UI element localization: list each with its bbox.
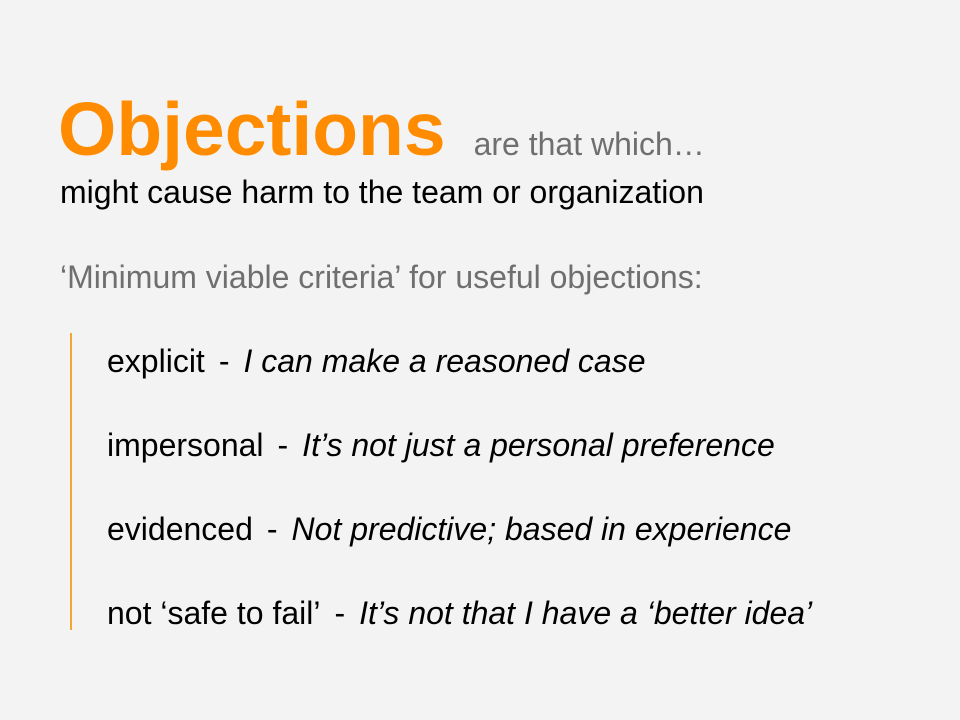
- criteria-description: Not predictive; based in experience: [291, 511, 792, 547]
- criteria-list: explicit - I can make a reasoned case impe…: [107, 343, 812, 679]
- criteria-item-not-safe-to-fail: not ‘safe to fail’ - It’s not that I have …: [107, 595, 812, 679]
- criteria-accent-bar: [70, 333, 72, 630]
- criteria-term: impersonal: [107, 427, 264, 463]
- criteria-term: explicit: [107, 343, 205, 379]
- criteria-description: I can make a reasoned case: [243, 343, 646, 379]
- criteria-separator: -: [277, 427, 289, 463]
- criteria-description: It’s not that I have a ‘better idea’: [359, 595, 813, 631]
- slide: Objections are that which… might cause ha…: [0, 0, 960, 720]
- slide-title: Objections: [58, 87, 446, 171]
- criteria-term: not ‘safe to fail’: [107, 595, 321, 631]
- slide-subtitle: might cause harm to the team or organiza…: [60, 174, 704, 210]
- criteria-heading: ‘Minimum viable criteria’ for useful obj…: [60, 259, 703, 295]
- criteria-separator: -: [334, 595, 346, 631]
- criteria-description: It’s not just a personal preference: [302, 427, 775, 463]
- criteria-item-evidenced: evidenced - Not predictive; based in exper…: [107, 511, 812, 595]
- criteria-item-explicit: explicit - I can make a reasoned case: [107, 343, 812, 427]
- title-tail: are that which…: [473, 126, 705, 162]
- criteria-separator: -: [218, 343, 230, 379]
- title-line: Objections are that which…: [58, 86, 705, 172]
- criteria-separator: -: [266, 511, 278, 547]
- criteria-item-impersonal: impersonal - It’s not just a personal pref…: [107, 427, 812, 511]
- criteria-term: evidenced: [107, 511, 253, 547]
